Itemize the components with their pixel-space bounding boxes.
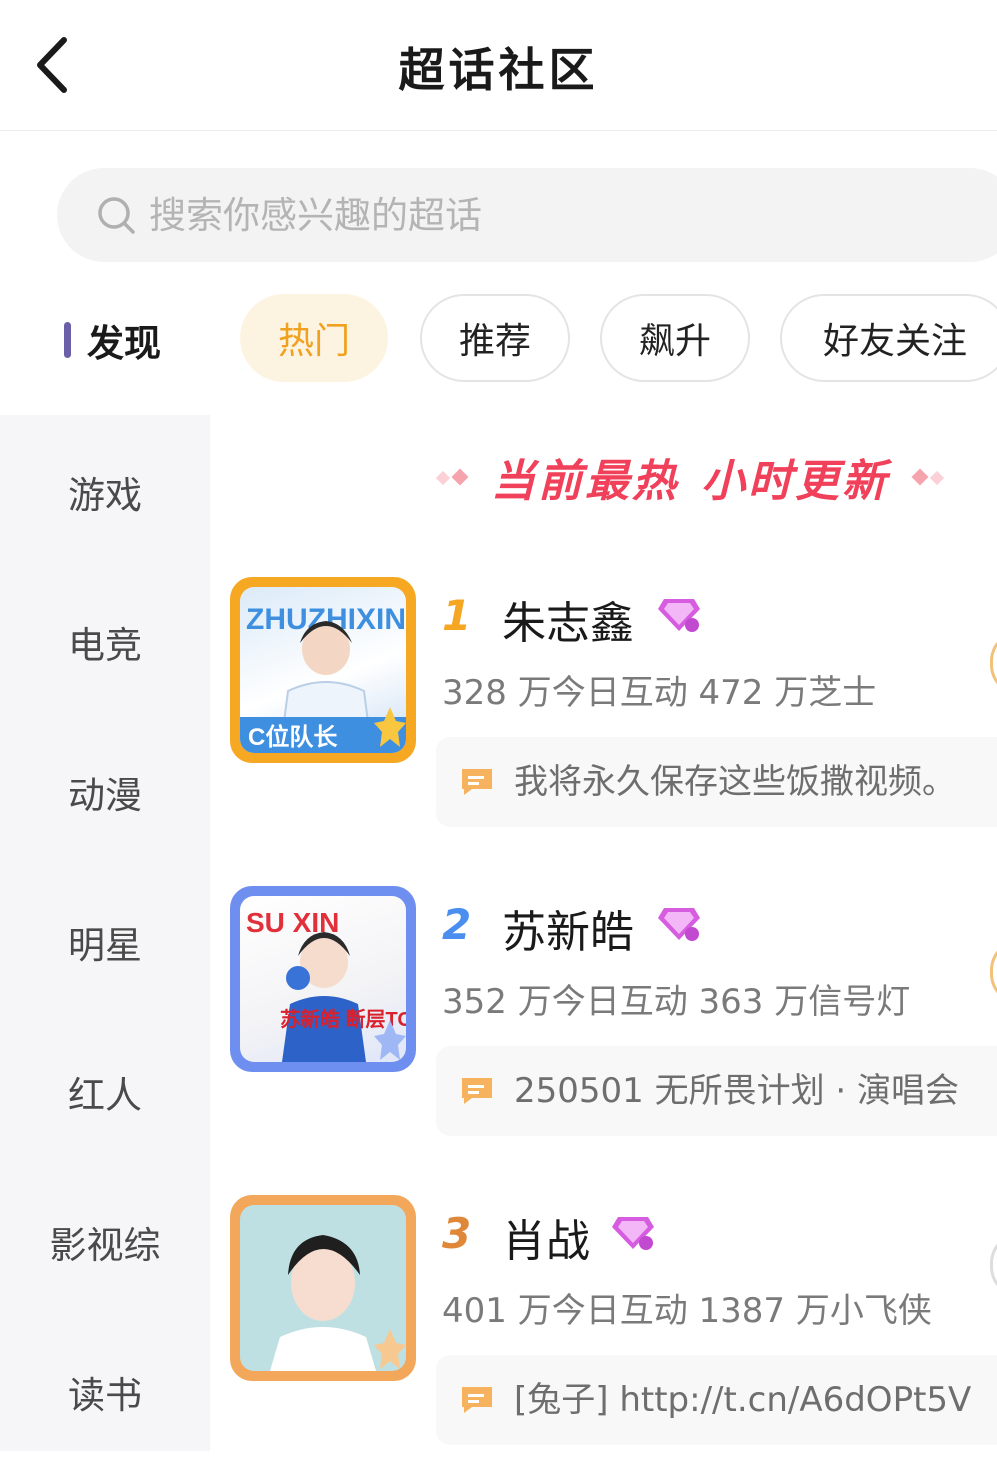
topic-stats: 328 万今日互动 472 万芝士 [442,673,877,713]
tab-hot[interactable]: 热门 [240,294,388,382]
thumb-text-bottom: C位队长 [248,723,338,751]
active-indicator [64,322,71,358]
search-icon [97,196,137,236]
tab-friends-following[interactable]: 好友关注 [780,294,997,382]
post-preview: 250501 无所畏计划 · 演唱会 [514,1071,960,1111]
ranking-banner: 当前最热 小时更新 [420,445,960,509]
page-title: 超话社区 [398,43,599,97]
topic-avatar [230,1195,416,1381]
sidebar-item-esports[interactable]: 电竞 [0,615,210,669]
list-item[interactable]: 3 肖战 401 万今日互动 1387 万小飞侠 [兔子] http://t.c… [230,1195,997,1475]
topic-stats: 401 万今日互动 1387 万小飞侠 [442,1291,932,1331]
level-badge-icon [656,597,702,633]
sidebar-item-anime[interactable]: 动漫 [0,765,210,819]
banner-right-text: 小时更新 [701,456,889,507]
topic-avatar: ZHUZHIXIN C位队长 [230,577,416,763]
topic-avatar: SU XIN 苏新皓 断层TOP [230,886,416,1072]
post-preview: [兔子] http://t.cn/A6dOPt5V [514,1380,972,1420]
topic-name: 朱志鑫 [502,598,634,649]
search-bar[interactable] [57,168,997,262]
tab-recommended[interactable]: 推荐 [420,294,570,382]
diamond-decoration-icon [911,468,945,487]
topic-name: 肖战 [502,1216,590,1267]
rank-number: 2 [442,900,472,949]
rank-number: 1 [442,591,472,640]
sidebar-item-label: 发现 [87,322,161,365]
sidebar-item-influencers[interactable]: 红人 [0,1065,210,1119]
sidebar-item-discover[interactable]: 发现 [64,312,161,368]
search-input[interactable] [149,168,949,262]
message-icon [460,1385,494,1415]
latest-post[interactable]: 250501 无所畏计划 · 演唱会 [436,1046,997,1136]
follow-button[interactable] [990,631,997,695]
sidebar-item-reading[interactable]: 读书 [0,1365,210,1419]
latest-post[interactable]: 我将永久保存这些饭撒视频。 [436,737,997,827]
follow-button[interactable] [990,940,997,1004]
rank-number: 3 [442,1209,472,1258]
follow-button[interactable] [990,1233,997,1297]
latest-post[interactable]: [兔子] http://t.cn/A6dOPt5V [436,1355,997,1445]
sidebar: 游戏 电竞 动漫 明星 红人 影视综 读书 [0,415,210,1451]
level-badge-icon [656,906,702,942]
level-badge-icon [610,1215,656,1251]
diamond-decoration-icon [435,468,469,487]
post-preview: 我将永久保存这些饭撒视频。 [514,762,956,802]
topic-stats: 352 万今日互动 363 万信号灯 [442,982,911,1022]
message-icon [460,767,494,797]
list-item[interactable]: ZHUZHIXIN C位队长 1 朱志鑫 328 万今日互动 472 万芝士 我… [230,577,997,857]
top-bar: 超话社区 [0,0,997,131]
list-item[interactable]: SU XIN 苏新皓 断层TOP 2 苏新皓 352 万今日互动 363 万信号… [230,886,997,1166]
sidebar-item-games[interactable]: 游戏 [0,465,210,519]
message-icon [460,1076,494,1106]
banner-left-text: 当前最热 [491,456,679,507]
sidebar-item-film-tv[interactable]: 影视综 [0,1215,210,1269]
tab-rising[interactable]: 飙升 [600,294,750,382]
topic-name: 苏新皓 [502,907,634,958]
sidebar-item-stars[interactable]: 明星 [0,915,210,969]
